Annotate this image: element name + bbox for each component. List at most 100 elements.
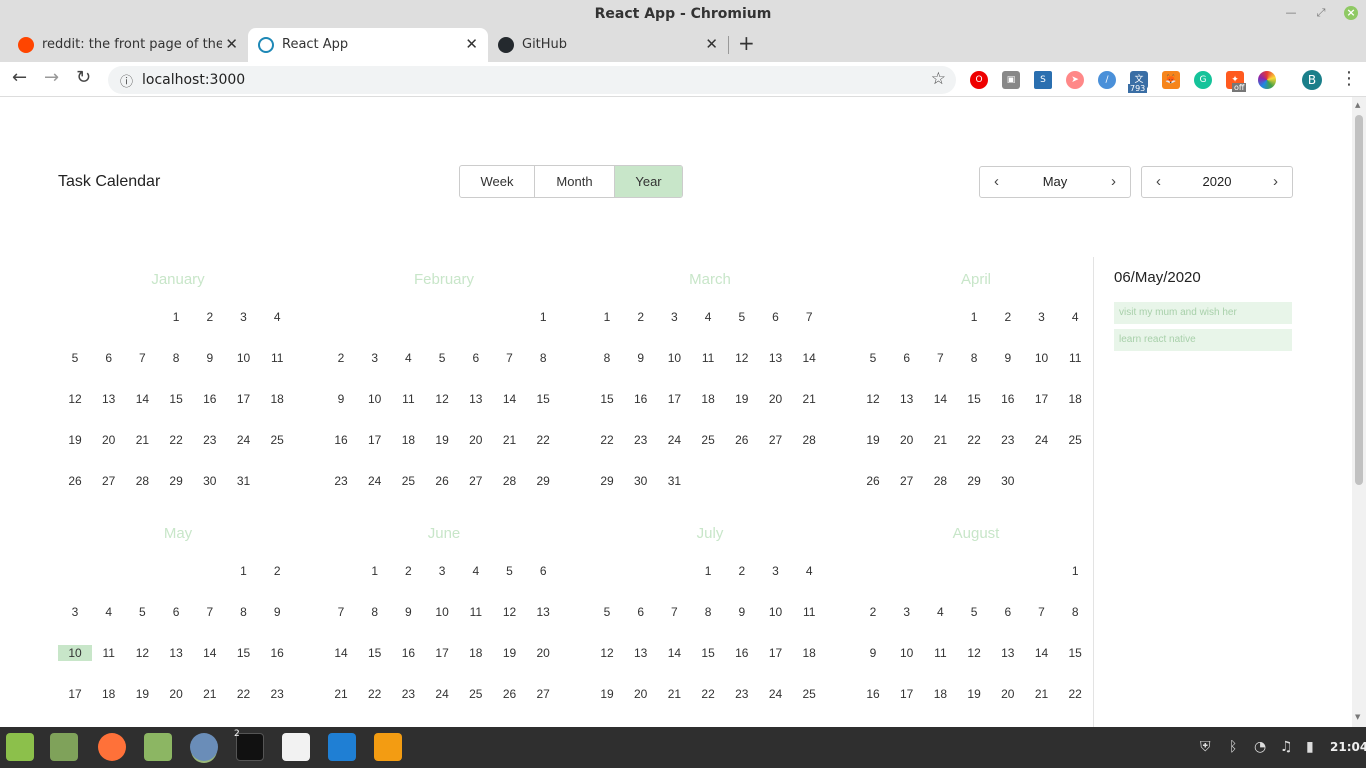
day-cell[interactable]: 22 (1058, 686, 1092, 702)
day-cell[interactable]: 14 (193, 645, 227, 661)
day-cell[interactable]: 16 (260, 645, 294, 661)
day-cell[interactable]: 25 (1058, 432, 1092, 448)
day-cell[interactable]: 11 (923, 645, 957, 661)
day-cell[interactable]: 11 (691, 350, 725, 366)
day-cell[interactable]: 11 (459, 604, 493, 620)
day-cell[interactable]: 23 (624, 432, 658, 448)
close-tab-icon[interactable]: ✕ (705, 35, 718, 53)
color-picker-icon[interactable] (1258, 71, 1276, 89)
firefox-icon[interactable] (98, 733, 126, 761)
day-cell[interactable]: 13 (459, 391, 493, 407)
day-cell[interactable]: 7 (1025, 604, 1059, 620)
day-cell[interactable]: 7 (493, 350, 527, 366)
day-cell[interactable]: 1 (691, 563, 725, 579)
day-cell[interactable]: 23 (324, 473, 358, 489)
show-desktop-icon[interactable] (50, 733, 78, 761)
day-cell[interactable]: 23 (991, 432, 1025, 448)
day-cell[interactable]: 20 (759, 391, 793, 407)
day-cell[interactable]: 15 (590, 391, 624, 407)
day-cell[interactable]: 14 (1025, 645, 1059, 661)
day-cell[interactable]: 19 (425, 432, 459, 448)
day-cell[interactable]: 25 (260, 432, 294, 448)
info-icon[interactable]: ⓘ (120, 71, 133, 90)
metamask-icon[interactable]: 🦊 (1162, 71, 1180, 89)
day-cell[interactable]: 15 (1058, 645, 1092, 661)
day-cell[interactable]: 18 (792, 645, 826, 661)
mint-menu-icon[interactable] (6, 733, 34, 761)
day-cell[interactable]: 5 (425, 350, 459, 366)
day-cell[interactable]: 9 (991, 350, 1025, 366)
dev-extension-icon[interactable]: / (1098, 71, 1116, 89)
next-year-icon[interactable]: › (1273, 173, 1278, 190)
reload-icon[interactable]: ↻ (76, 67, 91, 88)
day-cell[interactable]: 22 (590, 432, 624, 448)
day-cell[interactable]: 2 (856, 604, 890, 620)
day-cell[interactable]: 9 (624, 350, 658, 366)
day-cell[interactable]: 12 (957, 645, 991, 661)
day-cell[interactable]: 10 (890, 645, 924, 661)
day-cell[interactable]: 8 (159, 350, 193, 366)
scrollbar-thumb[interactable] (1355, 115, 1363, 485)
sound-icon[interactable]: ♫ (1280, 739, 1293, 755)
address-bar[interactable]: ⓘ localhost:3000 ☆ (108, 66, 956, 94)
day-cell[interactable]: 29 (957, 473, 991, 489)
day-cell[interactable]: 2 (260, 563, 294, 579)
day-cell[interactable]: 20 (991, 686, 1025, 702)
day-cell[interactable]: 13 (159, 645, 193, 661)
close-tab-icon[interactable]: ✕ (225, 35, 238, 53)
close-window-icon[interactable]: × (1344, 6, 1358, 20)
day-cell[interactable]: 6 (624, 604, 658, 620)
day-cell[interactable]: 10 (58, 645, 92, 661)
day-cell[interactable]: 20 (459, 432, 493, 448)
day-cell[interactable]: 3 (759, 563, 793, 579)
day-cell[interactable]: 1 (358, 563, 392, 579)
day-cell[interactable]: 22 (957, 432, 991, 448)
day-cell[interactable]: 10 (1025, 350, 1059, 366)
day-cell[interactable]: 28 (923, 473, 957, 489)
day-cell[interactable]: 17 (657, 391, 691, 407)
day-cell[interactable]: 22 (159, 432, 193, 448)
scroll-up-icon[interactable]: ▲ (1355, 101, 1360, 109)
shield-icon[interactable]: ⛨ (1200, 739, 1211, 755)
day-cell[interactable]: 4 (691, 309, 725, 325)
calendar-app-icon[interactable] (282, 733, 310, 761)
day-cell[interactable]: 19 (725, 391, 759, 407)
day-cell[interactable]: 4 (459, 563, 493, 579)
week-view-button[interactable]: Week (460, 166, 535, 197)
day-cell[interactable]: 16 (624, 391, 658, 407)
day-cell[interactable]: 17 (227, 391, 261, 407)
day-cell[interactable]: 14 (125, 391, 159, 407)
bookmark-star-icon[interactable]: ☆ (931, 69, 946, 89)
day-cell[interactable]: 2 (725, 563, 759, 579)
day-cell[interactable]: 19 (125, 686, 159, 702)
day-cell[interactable]: 27 (526, 686, 560, 702)
day-cell[interactable]: 27 (890, 473, 924, 489)
day-cell[interactable]: 11 (792, 604, 826, 620)
day-cell[interactable]: 8 (227, 604, 261, 620)
day-cell[interactable]: 6 (991, 604, 1025, 620)
day-cell[interactable]: 12 (493, 604, 527, 620)
day-cell[interactable]: 18 (391, 432, 425, 448)
day-cell[interactable]: 22 (358, 686, 392, 702)
day-cell[interactable]: 31 (657, 473, 691, 489)
day-cell[interactable]: 14 (923, 391, 957, 407)
day-cell[interactable]: 18 (1058, 391, 1092, 407)
day-cell[interactable]: 3 (425, 563, 459, 579)
day-cell[interactable]: 17 (890, 686, 924, 702)
day-cell[interactable]: 1 (227, 563, 261, 579)
day-cell[interactable]: 10 (657, 350, 691, 366)
day-cell[interactable]: 24 (657, 432, 691, 448)
day-cell[interactable]: 18 (260, 391, 294, 407)
day-cell[interactable]: 2 (193, 309, 227, 325)
day-cell[interactable]: 27 (459, 473, 493, 489)
day-cell[interactable]: 12 (425, 391, 459, 407)
day-cell[interactable]: 24 (358, 473, 392, 489)
day-cell[interactable]: 29 (590, 473, 624, 489)
scrollbar[interactable]: ▲ ▼ (1352, 97, 1366, 727)
day-cell[interactable]: 25 (792, 686, 826, 702)
day-cell[interactable]: 20 (526, 645, 560, 661)
day-cell[interactable]: 24 (759, 686, 793, 702)
day-cell[interactable]: 10 (425, 604, 459, 620)
day-cell[interactable]: 29 (159, 473, 193, 489)
day-cell[interactable]: 27 (759, 432, 793, 448)
